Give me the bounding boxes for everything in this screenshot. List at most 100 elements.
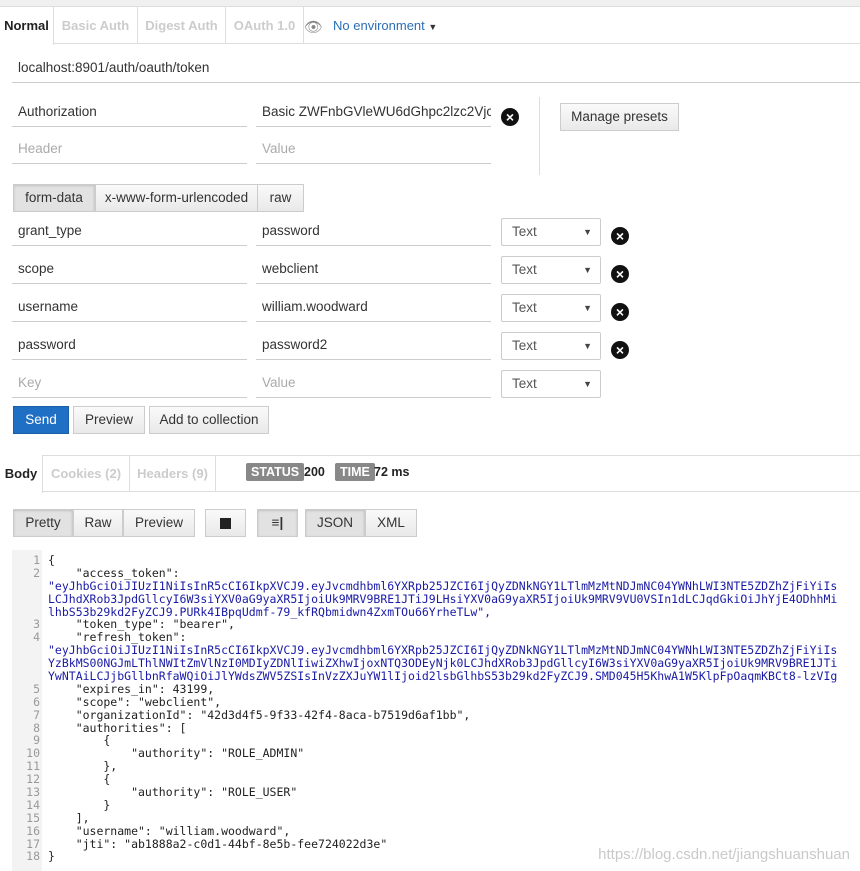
response-body[interactable]: 1{2 "access_token": "eyJhbGciOiJIUzI1NiIs… (12, 550, 860, 871)
code-line: 6 "scope": "webclient", (12, 694, 860, 709)
add-to-collection-button[interactable]: Add to collection (149, 406, 269, 434)
form-type-select[interactable]: Text ▼ (501, 256, 601, 284)
header-value-input[interactable]: Basic ZWFnbGVleWU6dGhpc2lzc2Vjcm (256, 97, 491, 127)
code-text: "access_token": (48, 565, 180, 580)
remove-row-icon[interactable]: × (611, 265, 629, 283)
tab-basic-auth[interactable]: Basic Auth (54, 7, 138, 44)
form-key-input[interactable]: username (12, 292, 247, 322)
form-type-select[interactable]: Text ▼ (501, 218, 601, 246)
code-text: } (48, 849, 55, 864)
form-value-input[interactable]: password (256, 216, 491, 246)
tab-oauth[interactable]: OAuth 1.0 (226, 7, 304, 44)
form-key-input[interactable]: scope (12, 254, 247, 284)
header-key-placeholder[interactable]: Header (12, 134, 247, 164)
code-text: "organizationId": "42d3d4f5-9f33-42f4-8a… (48, 707, 471, 722)
code-text: "expires_in": 43199, (48, 681, 215, 696)
form-value-input[interactable]: william.woodward (256, 292, 491, 322)
code-text: ], (48, 810, 90, 825)
code-text: "eyJhbGciOiJIUzI1NiIsInR5cCI6IkpXVCJ9.ey… (48, 578, 838, 593)
line-number: 5 (33, 681, 40, 696)
line-number: 13 (26, 785, 40, 800)
caret-down-icon: ▼ (583, 341, 592, 351)
header-value-placeholder[interactable]: Value (256, 134, 491, 164)
remove-row-icon[interactable]: × (611, 227, 629, 245)
line-number: 18 (26, 849, 40, 864)
code-line: 8 "authorities": [ (12, 721, 860, 735)
remove-row-icon[interactable]: × (611, 341, 629, 359)
xml-button[interactable]: XML (365, 509, 417, 537)
code-line: 13 "authority": "ROLE_USER" (12, 786, 860, 799)
tab-cookies[interactable]: Cookies (2) (43, 455, 130, 492)
caret-down-icon: ▼ (583, 265, 592, 275)
code-text: "scope": "webclient", (48, 694, 222, 709)
form-key-input[interactable]: Key (12, 368, 247, 398)
form-value-input[interactable]: webclient (256, 254, 491, 284)
form-value-input[interactable]: password2 (256, 330, 491, 360)
form-type-select[interactable]: Text ▼ (501, 332, 601, 360)
code-line: 14 } (12, 799, 860, 812)
response-time: 72 ms (374, 465, 410, 479)
divider (539, 97, 540, 175)
remove-header-icon[interactable]: × (501, 108, 519, 126)
code-text: "jti": "ab1888a2-c0d1-44bf-8e5b-fee72402… (48, 836, 388, 851)
tab-body[interactable]: Body (0, 455, 43, 493)
raw-button[interactable]: Raw (73, 509, 123, 537)
caret-down-icon: ▼ (583, 379, 592, 389)
response-tabs: Body Cookies (2) Headers (9) (0, 455, 860, 493)
caret-down-icon: ▼ (583, 303, 592, 313)
tab-normal[interactable]: Normal (0, 7, 54, 45)
type-label: Text (512, 262, 537, 277)
tab-headers[interactable]: Headers (9) (130, 455, 216, 492)
code-text: { (48, 553, 55, 567)
code-text: LCJhdXRob3JpdGllcyI6W3siYXV0aG9yaXR5Ijoi… (48, 591, 838, 606)
fullscreen-icon (220, 517, 231, 529)
wrap-button[interactable]: ≡| (257, 509, 298, 537)
code-line: 11 }, (12, 760, 860, 773)
tab-digest-auth[interactable]: Digest Auth (138, 7, 226, 44)
code-line: 15 ], (12, 810, 860, 825)
remove-row-icon[interactable]: × (611, 303, 629, 321)
status-badge: STATUS (246, 463, 305, 481)
code-line: YwNTAiLCJjbGllbnRfaWQiOiJlYWdsZWV5ZSIsIn… (12, 670, 860, 683)
form-key-input[interactable]: grant_type (12, 216, 247, 246)
eye-icon[interactable]: 👁 (304, 18, 323, 36)
send-button[interactable]: Send (13, 406, 69, 434)
preview-view-button[interactable]: Preview (123, 509, 195, 537)
code-text: "authority": "ROLE_USER" (48, 785, 298, 800)
url-input[interactable]: localhost:8901/auth/oauth/token (12, 53, 860, 83)
type-label: Text (512, 338, 537, 353)
code-line: "eyJhbGciOiJIUzI1NiIsInR5cCI6IkpXVCJ9.ey… (12, 578, 860, 593)
tab-form-data[interactable]: form-data (13, 184, 95, 212)
line-number: 4 (33, 630, 40, 645)
environment-label: No environment (333, 18, 425, 33)
line-number: 1 (33, 553, 40, 567)
form-key-input[interactable]: password (12, 330, 247, 360)
type-label: Text (512, 300, 537, 315)
status-code: 200 (304, 465, 325, 479)
tab-raw[interactable]: raw (257, 184, 304, 212)
wrap-lines-icon: ≡| (271, 515, 284, 530)
code-line: 5 "expires_in": 43199, (12, 683, 860, 696)
code-text: YwNTAiLCJjbGllbnRfaWQiOiJlYWdsZWV5ZSIsIn… (48, 669, 838, 684)
form-type-select[interactable]: Text ▼ (501, 294, 601, 322)
environment-dropdown[interactable]: No environment ▼ (333, 18, 437, 33)
form-value-input[interactable]: Value (256, 368, 491, 398)
header-key-input[interactable]: Authorization (12, 97, 247, 127)
type-label: Text (512, 224, 537, 239)
line-number: 2 (33, 565, 40, 580)
code-line: 1{ (12, 554, 860, 567)
code-text: "username": "william.woodward", (48, 823, 291, 838)
caret-down-icon: ▼ (428, 22, 438, 32)
manage-presets-button[interactable]: Manage presets (560, 103, 679, 131)
preview-button[interactable]: Preview (73, 406, 145, 434)
code-text: } (48, 797, 111, 812)
form-type-select[interactable]: Text ▼ (501, 370, 601, 398)
json-button[interactable]: JSON (305, 509, 365, 537)
time-badge: TIME (335, 463, 375, 481)
pretty-button[interactable]: Pretty (13, 509, 73, 537)
caret-down-icon: ▼ (583, 227, 592, 237)
tab-urlencoded[interactable]: x-www-form-urlencoded (95, 184, 258, 212)
line-number: 14 (26, 797, 40, 812)
code-line: LCJhdXRob3JpdGllcyI6W3siYXV0aG9yaXR5Ijoi… (12, 591, 860, 606)
fullscreen-button[interactable] (205, 509, 246, 537)
